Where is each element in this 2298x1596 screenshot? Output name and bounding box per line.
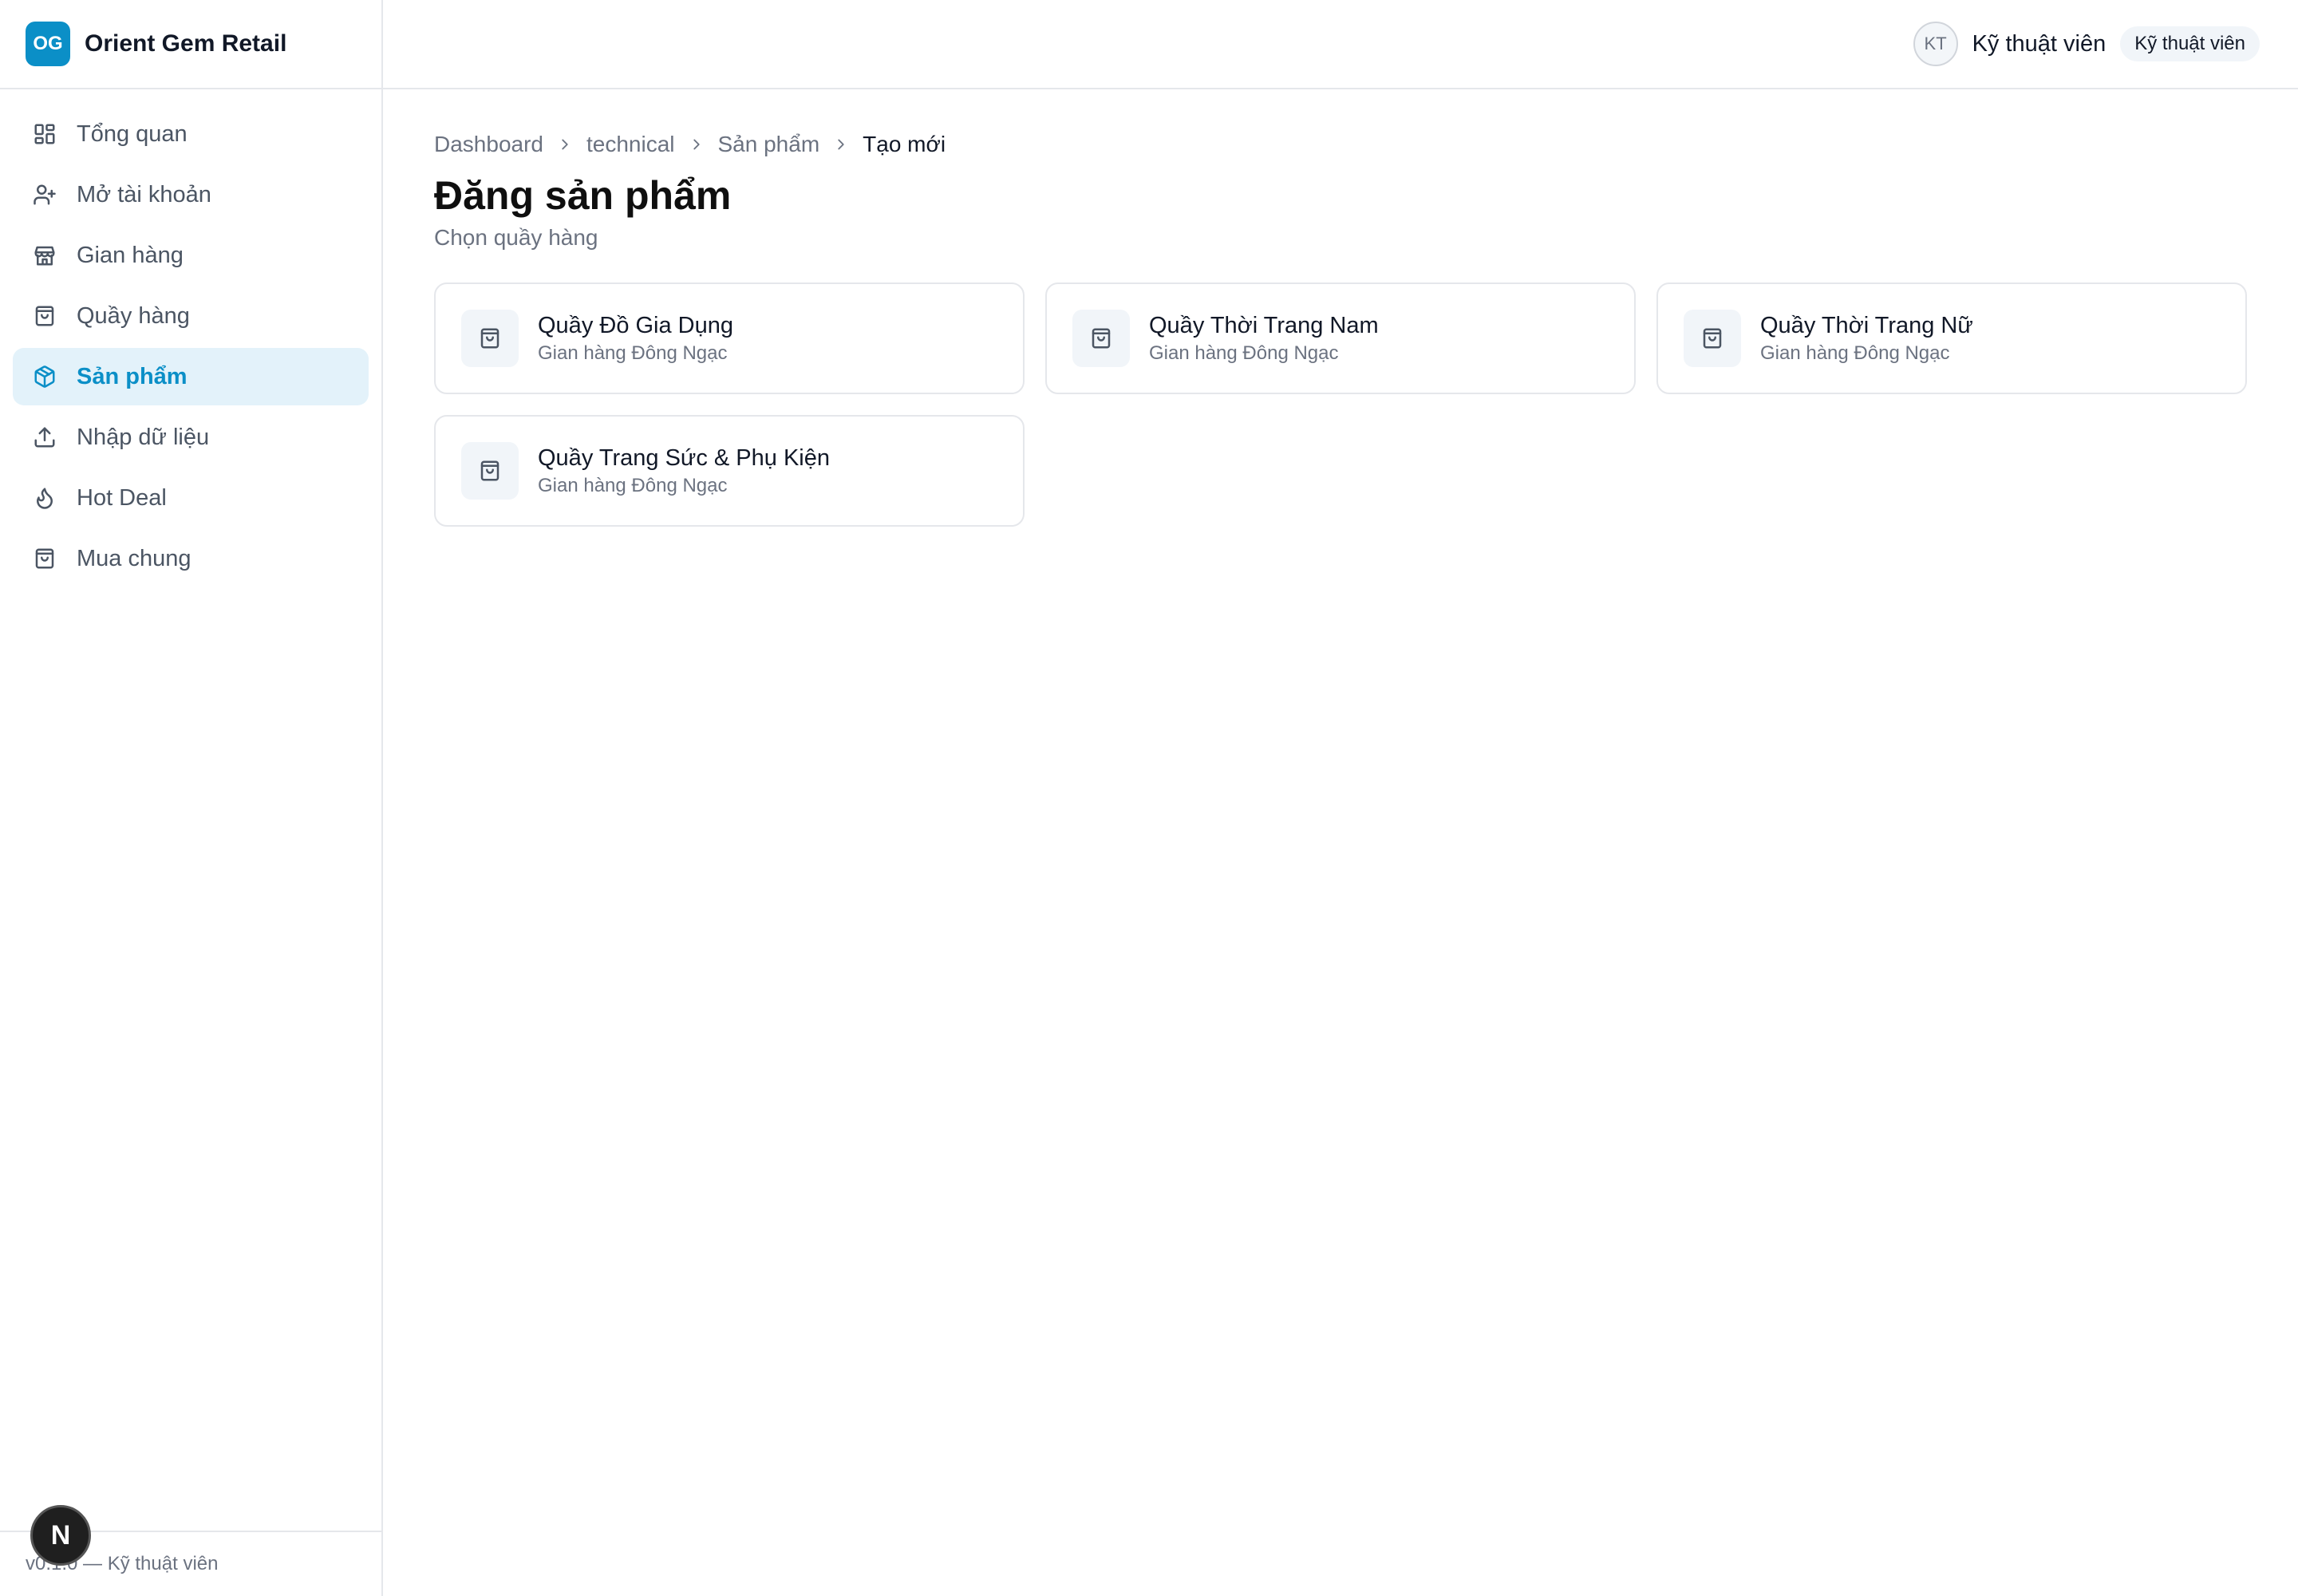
sidebar-item-mua-chung[interactable]: Mua chung: [13, 530, 369, 587]
shopping-bag-icon: [1684, 310, 1741, 367]
brand[interactable]: OG Orient Gem Retail: [0, 0, 381, 89]
brand-name: Orient Gem Retail: [85, 30, 287, 57]
user-name: Kỹ thuật viên: [1972, 30, 2106, 57]
sidebar-item-label: Tổng quan: [77, 120, 188, 147]
avatar[interactable]: KT: [1913, 22, 1958, 66]
counter-store: Gian hàng Đông Ngạc: [1149, 342, 1339, 364]
breadcrumb-dashboard[interactable]: Dashboard: [434, 132, 543, 157]
shopping-bag-icon: [461, 442, 519, 500]
top-header: KT Kỹ thuật viên Kỹ thuật viên: [383, 0, 2298, 89]
shopping-bag-icon: [1072, 310, 1130, 367]
chevron-right-icon: [832, 136, 850, 153]
dashboard-icon: [32, 121, 57, 147]
sidebar-item-gian-hang[interactable]: Gian hàng: [13, 227, 369, 284]
brand-logo: OG: [26, 22, 70, 66]
sidebar-item-quay-hang[interactable]: Quầy hàng: [13, 287, 369, 345]
user-plus-icon: [32, 182, 57, 207]
sidebar-nav: Tổng quan Mở tài khoản Gian hàng Quầy hà…: [0, 89, 381, 587]
counter-grid: Quầy Đồ Gia Dụng Gian hàng Đông Ngạc Quầ…: [434, 282, 2247, 527]
counter-name: Quầy Thời Trang Nữ: [1760, 313, 1973, 338]
package-icon: [32, 364, 57, 389]
flame-icon: [32, 485, 57, 511]
sidebar-item-mo-tai-khoan[interactable]: Mở tài khoản: [13, 166, 369, 223]
chevron-right-icon: [688, 136, 705, 153]
counter-card[interactable]: Quầy Thời Trang Nam Gian hàng Đông Ngạc: [1045, 282, 1636, 394]
sidebar-item-nhap-du-lieu[interactable]: Nhập dữ liệu: [13, 409, 369, 466]
counter-card[interactable]: Quầy Thời Trang Nữ Gian hàng Đông Ngạc: [1656, 282, 2247, 394]
sidebar-item-tong-quan[interactable]: Tổng quan: [13, 105, 369, 163]
counter-card[interactable]: Quầy Trang Sức & Phụ Kiện Gian hàng Đông…: [434, 415, 1025, 527]
shopping-bag-icon: [461, 310, 519, 367]
page-subtitle: Chọn quầy hàng: [434, 225, 598, 250]
role-badge: Kỹ thuật viên: [2120, 26, 2260, 61]
breadcrumb-technical[interactable]: technical: [586, 132, 675, 157]
counter-store: Gian hàng Đông Ngạc: [538, 475, 728, 496]
shopping-bag-icon: [32, 303, 57, 329]
sidebar-item-label: Mua chung: [77, 545, 192, 571]
breadcrumb-san-pham[interactable]: Sản phẩm: [718, 132, 820, 157]
counter-store: Gian hàng Đông Ngạc: [1760, 342, 1950, 364]
chevron-right-icon: [556, 136, 574, 153]
sidebar: OG Orient Gem Retail Tổng quan Mở tài kh…: [0, 0, 383, 1596]
sidebar-item-hot-deal[interactable]: Hot Deal: [13, 469, 369, 527]
counter-store: Gian hàng Đông Ngạc: [538, 342, 728, 364]
sidebar-item-label: Sản phẩm: [77, 363, 188, 389]
sidebar-item-label: Hot Deal: [77, 484, 167, 511]
page-title: Đăng sản phẩm: [434, 173, 732, 218]
sidebar-item-label: Gian hàng: [77, 242, 184, 268]
main-content: Dashboard technical Sản phẩm Tạo mới Đăn…: [434, 89, 2247, 527]
upload-icon: [32, 425, 57, 450]
counter-name: Quầy Đồ Gia Dụng: [538, 313, 734, 338]
sidebar-item-label: Nhập dữ liệu: [77, 424, 210, 450]
counter-name: Quầy Trang Sức & Phụ Kiện: [538, 445, 830, 471]
shopping-bag-icon: [32, 546, 57, 571]
sidebar-item-label: Mở tài khoản: [77, 181, 211, 207]
breadcrumb-current: Tạo mới: [863, 132, 946, 156]
counter-name: Quầy Thời Trang Nam: [1149, 313, 1379, 338]
counter-card[interactable]: Quầy Đồ Gia Dụng Gian hàng Đông Ngạc: [434, 282, 1025, 394]
sidebar-item-label: Quầy hàng: [77, 302, 190, 329]
store-icon: [32, 243, 57, 268]
dev-tools-badge[interactable]: N: [30, 1505, 91, 1566]
sidebar-item-san-pham[interactable]: Sản phẩm: [13, 348, 369, 405]
breadcrumb: Dashboard technical Sản phẩm Tạo mới: [434, 129, 2247, 160]
